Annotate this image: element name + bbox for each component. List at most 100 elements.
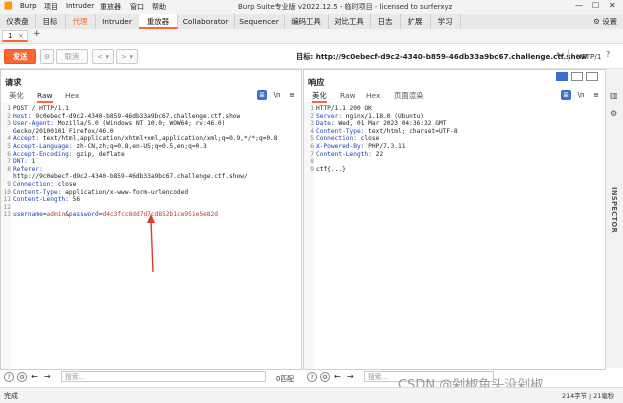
forward-button[interactable]: > ▾ bbox=[116, 49, 138, 64]
target-url: 目标: http://9c0ebecf-d9c2-4340-b859-46db3… bbox=[296, 52, 588, 61]
repeater-tab-1[interactable]: 1 × bbox=[2, 30, 28, 42]
tab-proxy[interactable]: 代理 bbox=[65, 14, 96, 29]
request-menu-icon[interactable]: ≡ bbox=[287, 90, 297, 100]
request-line: Accept-Encoding: gzip, deflate bbox=[13, 150, 125, 158]
layout-horizontal-icon[interactable] bbox=[571, 72, 583, 81]
tab-dashboard[interactable]: 仪表盘 bbox=[0, 14, 36, 29]
tab-logger[interactable]: 日志 bbox=[370, 14, 401, 29]
line-number: 10 bbox=[3, 188, 11, 196]
tab-decoder[interactable]: 编码工具 bbox=[284, 14, 329, 29]
close-icon[interactable]: ✕ bbox=[609, 1, 616, 10]
menu-window[interactable]: 窗口 bbox=[130, 2, 144, 12]
response-tab-raw[interactable]: Raw bbox=[340, 90, 356, 101]
settings-small-icon[interactable]: ⚙ bbox=[40, 49, 54, 64]
settings-button[interactable]: ⚙ 设置 bbox=[593, 16, 617, 27]
response-view-tabs: 美化 Raw Hex 页面渲染 bbox=[304, 90, 605, 103]
maximize-icon[interactable]: ☐ bbox=[592, 1, 599, 10]
window-title: Burp Suite专业版 v2022.12.5 - 临时项目 - licens… bbox=[238, 3, 453, 11]
response-size-time: 214字节 | 21毫秒 bbox=[562, 392, 615, 400]
response-search-prev-icon[interactable]: ← bbox=[334, 372, 341, 381]
response-tab-hex[interactable]: Hex bbox=[366, 90, 380, 101]
line-number: 3 bbox=[310, 120, 314, 128]
wrap-toggle-icon[interactable]: ≣ bbox=[257, 90, 267, 100]
response-search-settings-icon[interactable]: ⚙ bbox=[320, 372, 330, 382]
line-number: 7 bbox=[7, 158, 11, 166]
title-bar: 🟧 Burp 项目 Intruder 重放器 窗口 帮助 Burp Suite专… bbox=[0, 0, 623, 15]
search-next-icon[interactable]: → bbox=[44, 372, 51, 381]
line-number: 9 bbox=[310, 165, 314, 173]
gear-icon: ⚙ bbox=[593, 17, 600, 26]
request-line: Gecko/20100101 Firefox/46.0 bbox=[13, 127, 114, 135]
inspector-settings-icon[interactable]: ⚙ bbox=[610, 109, 617, 118]
menu-intruder[interactable]: Intruder bbox=[66, 2, 94, 10]
request-line: Connection: close bbox=[13, 181, 77, 188]
response-wrap-icon[interactable]: ≣ bbox=[561, 90, 571, 100]
request-tab-hex[interactable]: Hex bbox=[65, 90, 79, 101]
search-prev-icon[interactable]: ← bbox=[31, 372, 38, 381]
cancel-button[interactable]: 取消 bbox=[56, 49, 88, 64]
main-tab-bar: 仪表盘 目标 代理 Intruder 重放器 Collaborator Sequ… bbox=[0, 14, 623, 30]
request-toolbar: 发送 ⚙ 取消 < ▾ > ▾ 目标: http://9c0ebecf-d9c2… bbox=[0, 44, 623, 69]
layout-split-icon[interactable] bbox=[556, 72, 568, 81]
menu-project[interactable]: 项目 bbox=[44, 2, 58, 12]
tab-comparer[interactable]: 对比工具 bbox=[328, 14, 371, 29]
http-version[interactable]: HTTP/1 bbox=[576, 52, 601, 61]
request-tab-pretty[interactable]: 美化 bbox=[9, 90, 24, 101]
line-number: 8 bbox=[310, 158, 314, 166]
request-line: User-Agent: Mozilla/5.0 (Windows NT 10.0… bbox=[13, 120, 226, 128]
minimize-icon[interactable]: — bbox=[575, 1, 583, 10]
line-number: 5 bbox=[7, 143, 11, 150]
back-button[interactable]: < ▾ bbox=[92, 49, 114, 64]
request-search-input[interactable]: 搜索... bbox=[61, 371, 266, 382]
response-tab-render[interactable]: 页面渲染 bbox=[394, 90, 424, 101]
request-line: Host: 9c0ebecf-d9c2-4340-b859-46db33a9bc… bbox=[13, 112, 241, 120]
inspector-panel-icon[interactable]: ▥ bbox=[610, 91, 618, 100]
newline-toggle-icon[interactable]: \n bbox=[272, 90, 282, 100]
tab-repeater[interactable]: 重放器 bbox=[139, 14, 178, 29]
line-number: 8 bbox=[7, 165, 11, 173]
status-text: 完成 bbox=[4, 392, 18, 400]
repeater-tab-label: 1 bbox=[8, 32, 13, 40]
tab-intruder[interactable]: Intruder bbox=[95, 14, 140, 29]
response-tab-pretty[interactable]: 美化 bbox=[312, 90, 327, 103]
menu-repeater[interactable]: 重放器 bbox=[100, 2, 121, 12]
line-number: 1 bbox=[310, 105, 314, 112]
request-search-matches: 0匹配 bbox=[276, 375, 294, 383]
status-bar: 完成 214字节 | 21毫秒 bbox=[0, 387, 623, 403]
help-circle-icon[interactable]: ? bbox=[4, 372, 14, 382]
tab-target[interactable]: 目标 bbox=[35, 14, 66, 29]
line-number: 4 bbox=[310, 127, 314, 135]
line-number: 9 bbox=[7, 181, 11, 188]
tab-learn[interactable]: 学习 bbox=[430, 14, 461, 29]
response-help-icon[interactable]: ? bbox=[307, 372, 317, 382]
menu-help[interactable]: 帮助 bbox=[152, 2, 166, 12]
response-menu-icon[interactable]: ≡ bbox=[591, 90, 601, 100]
tab-collaborator[interactable]: Collaborator bbox=[177, 14, 235, 29]
line-number: 2 bbox=[310, 112, 314, 120]
search-settings-icon[interactable]: ⚙ bbox=[17, 372, 27, 382]
help-icon[interactable]: ? bbox=[606, 50, 610, 59]
layout-vertical-icon[interactable] bbox=[586, 72, 598, 81]
response-search-next-icon[interactable]: → bbox=[347, 372, 354, 381]
edit-target-icon[interactable]: ✎ bbox=[556, 51, 563, 60]
response-line: X-Powered-By: PHP/7.3.11 bbox=[316, 143, 406, 150]
line-number: 5 bbox=[310, 135, 314, 143]
inspector-sidebar[interactable]: ▥ ⚙ INSPECTOR bbox=[605, 69, 623, 368]
add-tab-icon[interactable]: + bbox=[33, 29, 41, 39]
request-tab-raw[interactable]: Raw bbox=[37, 90, 53, 103]
line-number: 6 bbox=[7, 150, 11, 158]
request-line: DNT: 1 bbox=[13, 158, 36, 166]
response-newline-icon[interactable]: \n bbox=[576, 90, 586, 100]
send-button[interactable]: 发送 bbox=[4, 49, 36, 64]
request-line: username=admin&password=d4c3fcc8dd7d7cd8… bbox=[13, 211, 218, 219]
request-line: Accept: text/html,application/xhtml+xml,… bbox=[13, 135, 278, 143]
tab-extensions[interactable]: 扩展 bbox=[400, 14, 431, 29]
repeater-tab-bar: 1 × + bbox=[0, 29, 623, 44]
close-tab-icon[interactable]: × bbox=[18, 31, 24, 42]
tab-sequencer[interactable]: Sequencer bbox=[234, 14, 285, 29]
line-number: 3 bbox=[7, 120, 11, 128]
line-number: 4 bbox=[7, 135, 11, 143]
request-view-tabs: 美化 Raw Hex bbox=[1, 90, 301, 103]
request-line: Accept-Language: zh-CN,zh;q=0.8,en-US;q=… bbox=[13, 143, 207, 150]
menu-burp[interactable]: Burp bbox=[20, 2, 37, 10]
